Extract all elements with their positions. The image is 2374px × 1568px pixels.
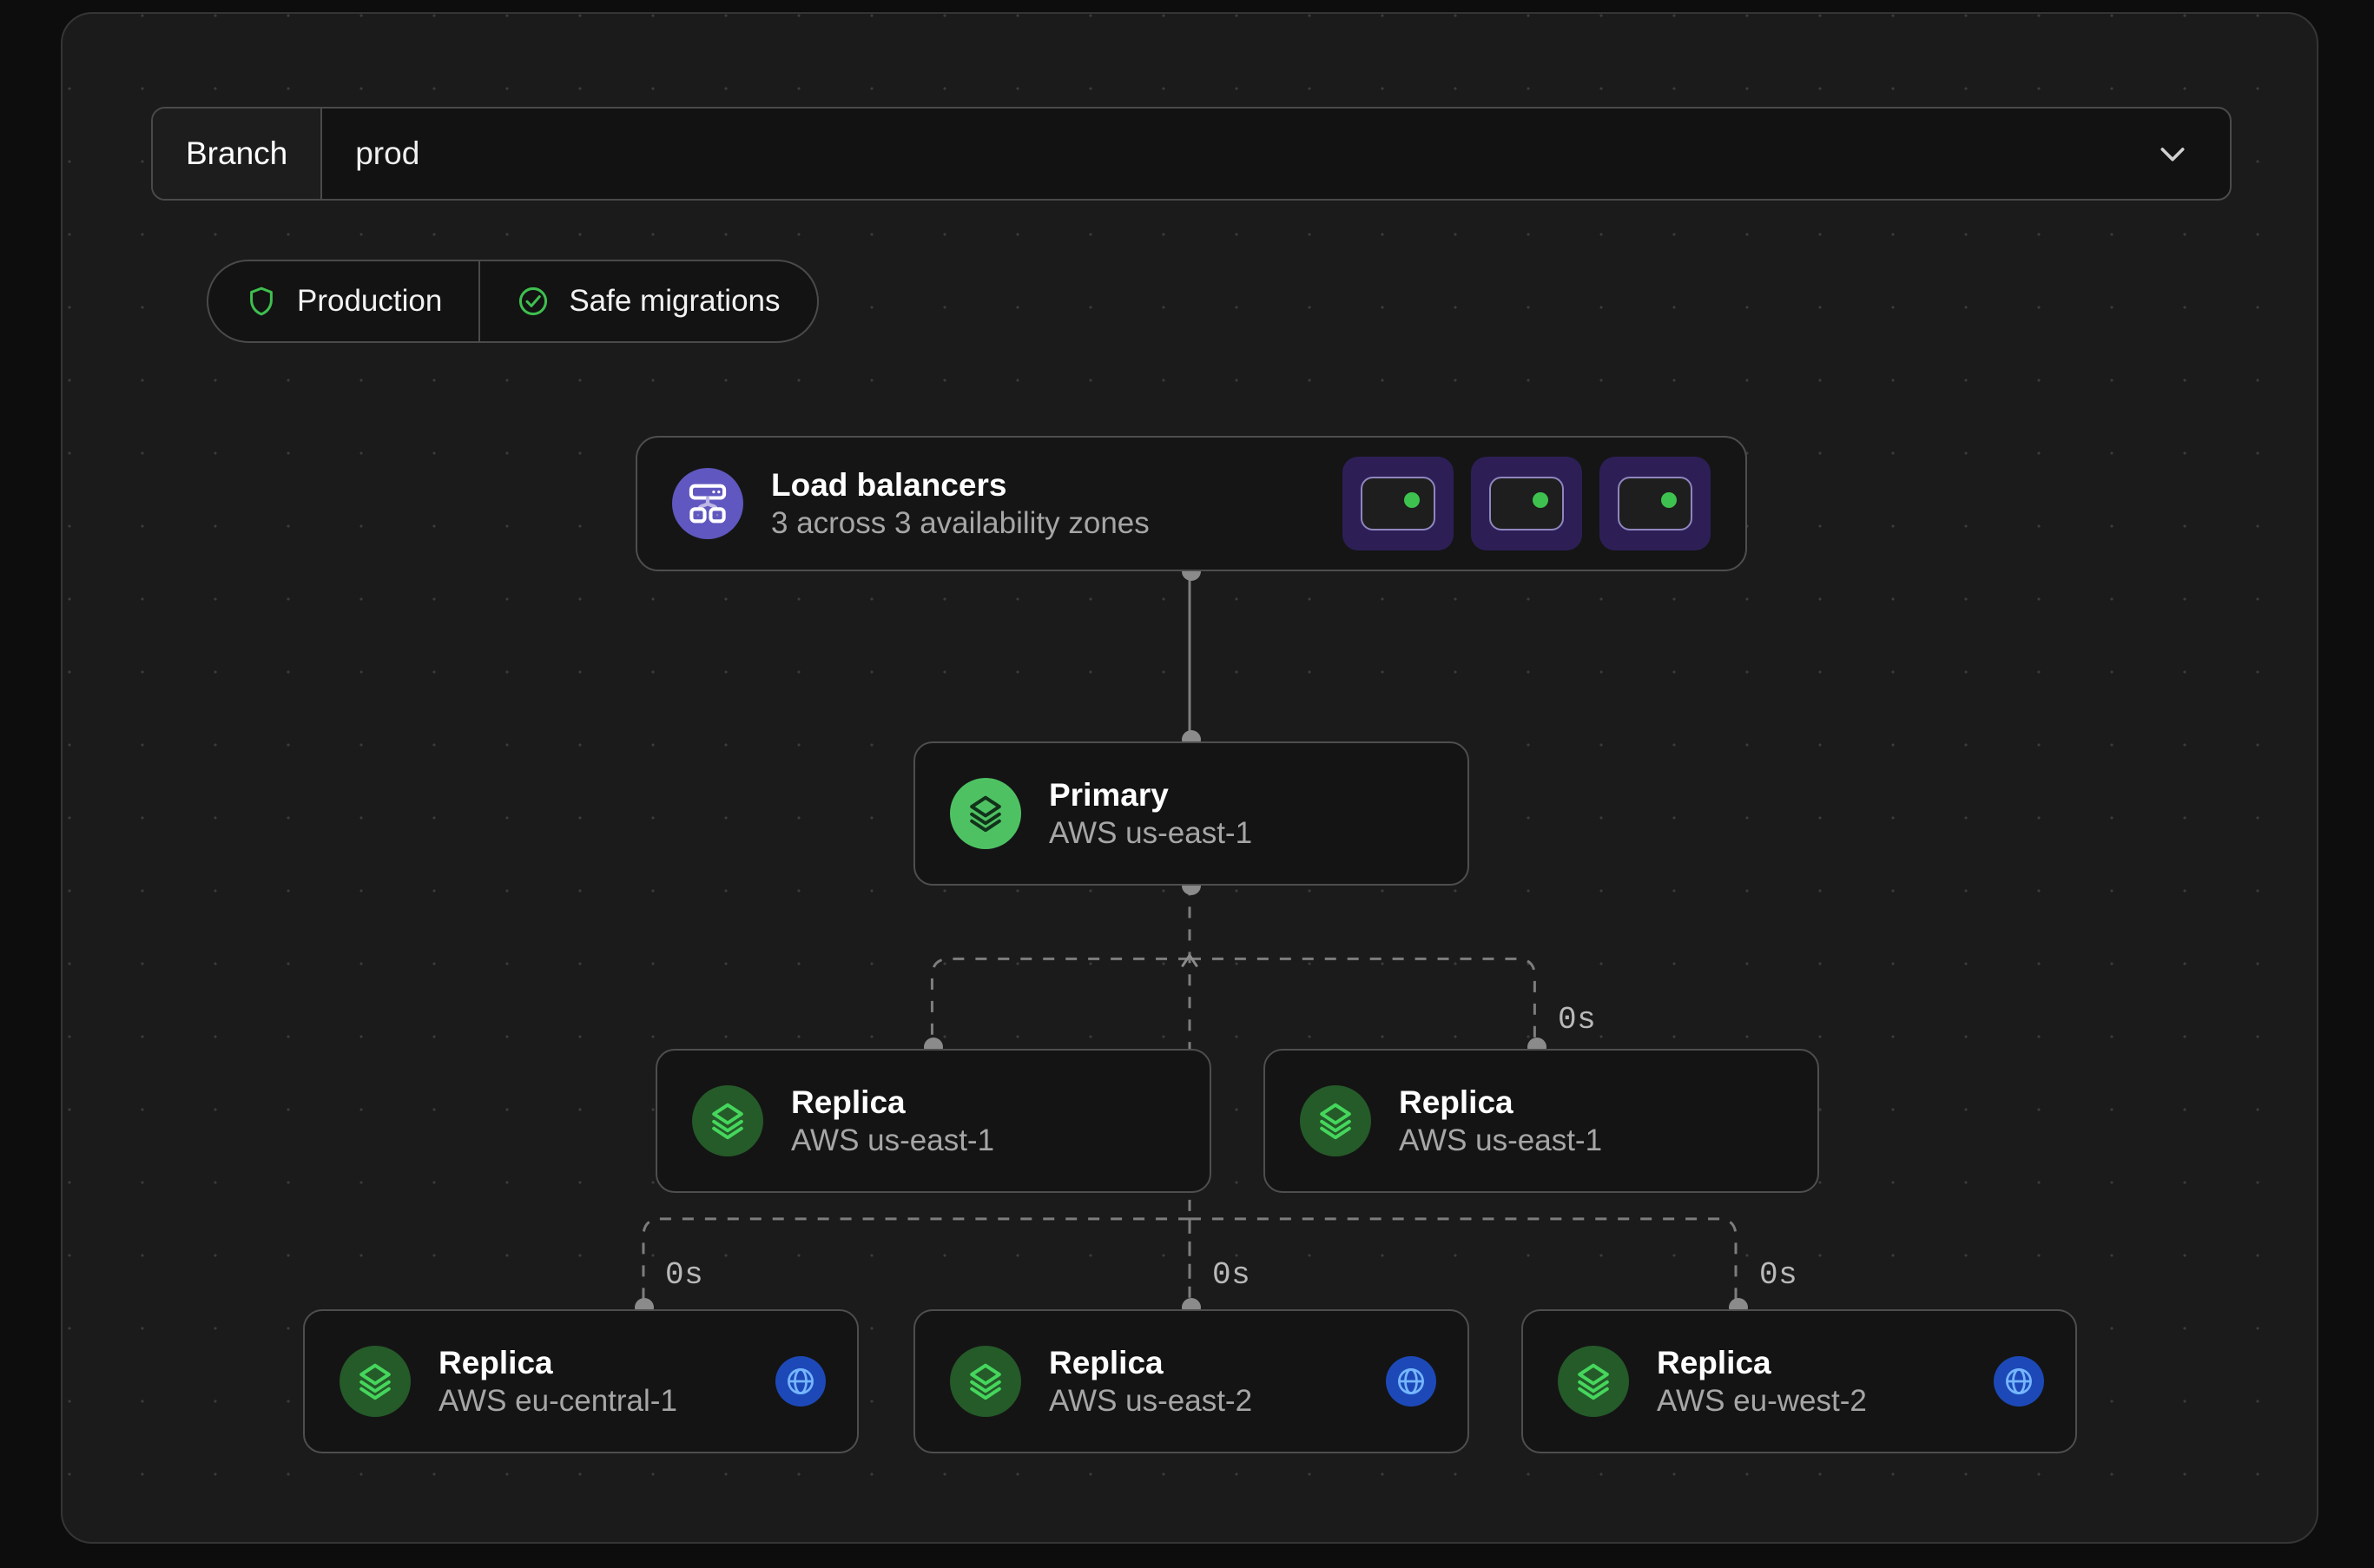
replica-5-info: Replica AWS eu-west-2: [1558, 1345, 1867, 1419]
node-replica-4[interactable]: Replica AWS us-east-2: [913, 1309, 1469, 1453]
replica-3-title: Replica: [439, 1344, 553, 1380]
status-badge-production-label: Production: [297, 284, 443, 318]
layers-icon: [712, 1103, 743, 1140]
load-balancers-subtitle: 3 across 3 availability zones: [771, 506, 1150, 541]
replica-2-info: Replica AWS us-east-1: [1300, 1084, 1602, 1158]
replica-1-text: Replica AWS us-east-1: [791, 1084, 994, 1158]
edge-label-replica-4: 0s: [1212, 1257, 1251, 1293]
replica-4-text: Replica AWS us-east-2: [1049, 1345, 1252, 1419]
primary-text: Primary AWS us-east-1: [1049, 777, 1252, 851]
replica-2-icon-badge: [1300, 1085, 1371, 1156]
replica-4-info: Replica AWS us-east-2: [950, 1345, 1252, 1419]
node-replica-2[interactable]: Replica AWS us-east-1: [1263, 1049, 1819, 1193]
replica-3-globe-badge[interactable]: [775, 1356, 826, 1407]
availability-zone-inner: [1361, 477, 1435, 530]
node-replica-3[interactable]: Replica AWS eu-central-1: [303, 1309, 859, 1453]
zone-status-dot: [1404, 492, 1420, 508]
topology-canvas[interactable]: Branch prod Production Safe migrations 0…: [61, 12, 2318, 1544]
replica-2-title: Replica: [1399, 1084, 1513, 1120]
branch-label: Branch: [153, 109, 323, 199]
replica-3-info: Replica AWS eu-central-1: [340, 1345, 677, 1419]
branch-value: prod: [355, 135, 420, 171]
edge-label-replica-2: 0s: [1558, 1002, 1597, 1038]
status-badge-safe-migrations-label: Safe migrations: [569, 284, 781, 318]
check-circle-icon: [519, 287, 548, 316]
edge-arrow-row1: [1181, 953, 1198, 967]
replica-5-subtitle: AWS eu-west-2: [1657, 1384, 1867, 1419]
layers-icon: [970, 1363, 1001, 1400]
replica-5-icon-badge: [1558, 1346, 1629, 1417]
primary-icon-badge: [950, 778, 1021, 849]
replica-4-title: Replica: [1049, 1344, 1164, 1380]
replica-3-icon-badge: [340, 1346, 411, 1417]
zone-status-dot: [1661, 492, 1677, 508]
globe-icon: [1398, 1368, 1424, 1394]
node-primary[interactable]: Primary AWS us-east-1: [913, 741, 1469, 886]
node-load-balancers[interactable]: Load balancers 3 across 3 availability z…: [636, 436, 1747, 571]
load-balancers-text: Load balancers 3 across 3 availability z…: [771, 467, 1150, 541]
branch-value-wrap[interactable]: prod: [322, 109, 2230, 199]
edge-primary-to-replica-1: [930, 957, 1190, 1044]
branch-selector[interactable]: Branch prod: [151, 107, 2232, 201]
edge-primary-to-replica-3: [642, 1217, 1190, 1304]
status-badge-group: Production Safe migrations: [207, 260, 819, 343]
availability-zone-chip[interactable]: [1599, 457, 1711, 550]
chevron-down-icon[interactable]: [2155, 136, 2190, 171]
edge-primary-to-replica-5: [1189, 1217, 1738, 1304]
shield-icon: [250, 287, 273, 316]
load-balancers-title: Load balancers: [771, 466, 1007, 503]
primary-title: Primary: [1049, 776, 1169, 813]
replica-2-text: Replica AWS us-east-1: [1399, 1084, 1602, 1158]
edge-primary-to-replica-2: [1189, 957, 1536, 1044]
primary-subtitle: AWS us-east-1: [1049, 816, 1253, 851]
replica-5-globe-badge[interactable]: [1994, 1356, 2044, 1407]
availability-zone-chip[interactable]: [1471, 457, 1582, 550]
replica-5-title: Replica: [1657, 1344, 1771, 1380]
replica-3-subtitle: AWS eu-central-1: [439, 1384, 677, 1419]
replica-1-icon-badge: [692, 1085, 763, 1156]
replica-3-text: Replica AWS eu-central-1: [439, 1345, 677, 1419]
availability-zone-inner: [1489, 477, 1564, 530]
globe-icon: [2006, 1368, 2032, 1394]
layers-icon: [1578, 1363, 1609, 1400]
globe-icon: [788, 1368, 814, 1394]
status-badge-production[interactable]: Production: [208, 261, 478, 341]
load-balancer-icon-badge: [672, 468, 743, 539]
node-replica-5[interactable]: Replica AWS eu-west-2: [1521, 1309, 2077, 1453]
zone-status-dot: [1533, 492, 1548, 508]
primary-info: Primary AWS us-east-1: [950, 777, 1252, 851]
replica-1-info: Replica AWS us-east-1: [692, 1084, 994, 1158]
layers-icon: [1320, 1103, 1351, 1140]
app-root: Branch prod Production Safe migrations 0…: [0, 0, 2374, 1568]
status-badge-safe-migrations[interactable]: Safe migrations: [478, 261, 816, 341]
load-balancers-info: Load balancers 3 across 3 availability z…: [672, 467, 1150, 541]
availability-zone-list: [1342, 457, 1711, 550]
edge-label-replica-5: 0s: [1759, 1257, 1798, 1293]
layers-icon: [359, 1363, 391, 1400]
replica-4-icon-badge: [950, 1346, 1021, 1417]
replica-1-title: Replica: [791, 1084, 906, 1120]
replica-1-subtitle: AWS us-east-1: [791, 1123, 995, 1158]
availability-zone-chip[interactable]: [1342, 457, 1454, 550]
replica-2-subtitle: AWS us-east-1: [1399, 1123, 1603, 1158]
edge-label-replica-3: 0s: [665, 1257, 704, 1293]
replica-4-subtitle: AWS us-east-2: [1049, 1384, 1253, 1419]
replica-5-text: Replica AWS eu-west-2: [1657, 1345, 1867, 1419]
node-replica-1[interactable]: Replica AWS us-east-1: [656, 1049, 1211, 1193]
load-balancer-icon: [689, 484, 727, 524]
replica-4-globe-badge[interactable]: [1386, 1356, 1436, 1407]
layers-icon: [970, 795, 1001, 833]
availability-zone-inner: [1618, 477, 1692, 530]
